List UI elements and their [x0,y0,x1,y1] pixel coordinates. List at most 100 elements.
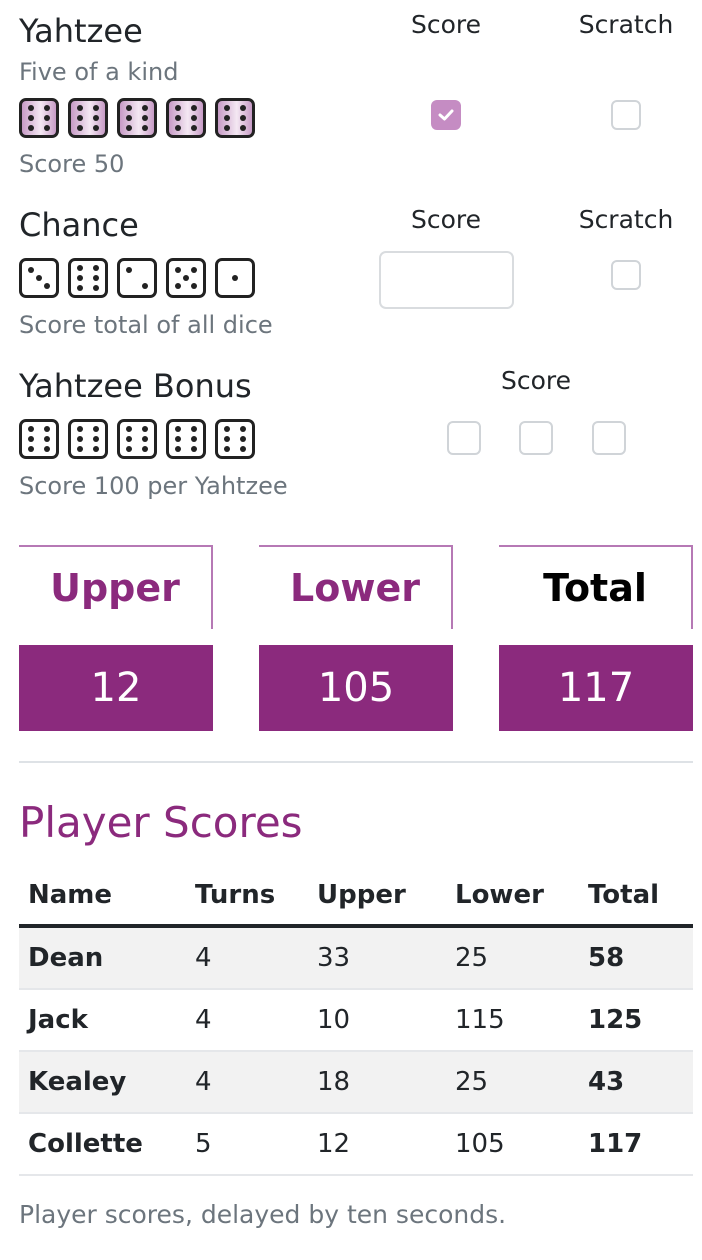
die-pip [224,426,231,433]
player-total: 125 [579,989,693,1052]
die-pip [43,124,50,131]
die-pip [190,436,197,442]
die-pip [239,115,246,121]
bonus-checkbox-1[interactable] [447,421,481,455]
die-pip [92,265,99,272]
player-upper: 10 [308,989,446,1052]
scores-delay-note: Player scores, delayed by ten seconds. [19,1200,507,1229]
die-pip [43,105,50,112]
column-header-upper: Upper [308,866,446,928]
player-total: 58 [579,926,693,990]
die-pip [28,124,35,131]
die-pip [77,115,84,121]
die-2 [68,258,108,298]
die-pip [141,115,148,121]
table-row: Jack 4 10 115 125 [19,989,693,1052]
score-input[interactable] [379,251,514,309]
dice-row [19,258,255,298]
die-pip [190,282,197,289]
die-5 [215,98,255,138]
die-pip [77,445,84,452]
die-pip [28,445,35,452]
die-pip [43,282,50,289]
player-lower: 25 [446,1051,579,1114]
category-description: Score total of all dice [19,311,273,339]
die-pip [141,105,148,112]
grand-total-label: Total [499,545,693,629]
player-total: 43 [579,1051,693,1114]
die-pip [28,105,35,112]
die-pip [224,115,231,121]
die-pip [175,105,182,112]
player-lower: 105 [446,1113,579,1176]
die-3 [117,98,157,138]
die-pip [92,275,99,281]
column-header-total: Total [579,866,693,928]
dice-row [19,419,255,459]
score-column-header: Score [410,205,482,234]
grand-total-value: 117 [499,645,693,731]
die-pip [92,436,99,442]
table-row: Dean 4 33 25 58 [19,926,693,990]
player-turns: 4 [186,989,308,1052]
die-pip [190,105,197,112]
table-row: Kealey 4 18 25 43 [19,1051,693,1114]
die-pip [175,445,182,452]
die-pip [141,436,148,442]
player-lower: 115 [446,989,579,1052]
die-pip [141,282,148,289]
die-pip [43,445,50,452]
category-title: Yahtzee [19,12,143,50]
die-pip [141,124,148,131]
die-pip [126,105,133,112]
player-name: Collette [19,1113,186,1176]
die-pip [126,436,133,442]
player-name: Jack [19,989,186,1052]
player-upper: 12 [308,1113,446,1176]
player-upper: 18 [308,1051,446,1114]
player-lower: 25 [446,926,579,990]
die-pip [190,426,197,433]
die-4 [166,98,206,138]
die-3 [117,258,157,298]
die-pip [43,426,50,433]
score-checkbox[interactable] [431,100,461,130]
die-pip [239,436,246,442]
die-pip [190,124,197,131]
column-header-lower: Lower [446,866,579,928]
scratch-checkbox[interactable] [611,100,641,130]
die-pip [126,445,133,452]
die-pip [175,115,182,121]
die-pip [224,124,231,131]
scratch-checkbox[interactable] [611,260,641,290]
dice-row [19,98,255,138]
die-pip [126,115,133,121]
die-pip [239,445,246,452]
die-1 [19,419,59,459]
die-pip [92,124,99,131]
category-title: Chance [19,206,139,244]
player-turns: 4 [186,1051,308,1114]
die-pip [77,124,84,131]
die-3 [117,419,157,459]
die-pip [77,105,84,112]
die-pip [92,115,99,121]
column-header-name: Name [19,866,186,928]
player-upper: 33 [308,926,446,990]
player-scores-table: Name Turns Upper Lower Total Dean 4 33 2… [19,866,693,1176]
player-scores-title: Player Scores [19,798,303,847]
die-2 [68,419,108,459]
die-pip [92,284,99,291]
section-divider [19,761,693,763]
die-pip [28,115,35,121]
die-1 [19,98,59,138]
die-pip [28,426,35,433]
category-score-text: Score 50 [19,150,125,178]
bonus-checkbox-2[interactable] [519,421,553,455]
die-pip [175,282,182,289]
die-1 [19,258,59,298]
bonus-checkbox-3[interactable] [592,421,626,455]
die-pip [183,275,189,281]
die-pip [92,105,99,112]
die-pip [175,124,182,131]
